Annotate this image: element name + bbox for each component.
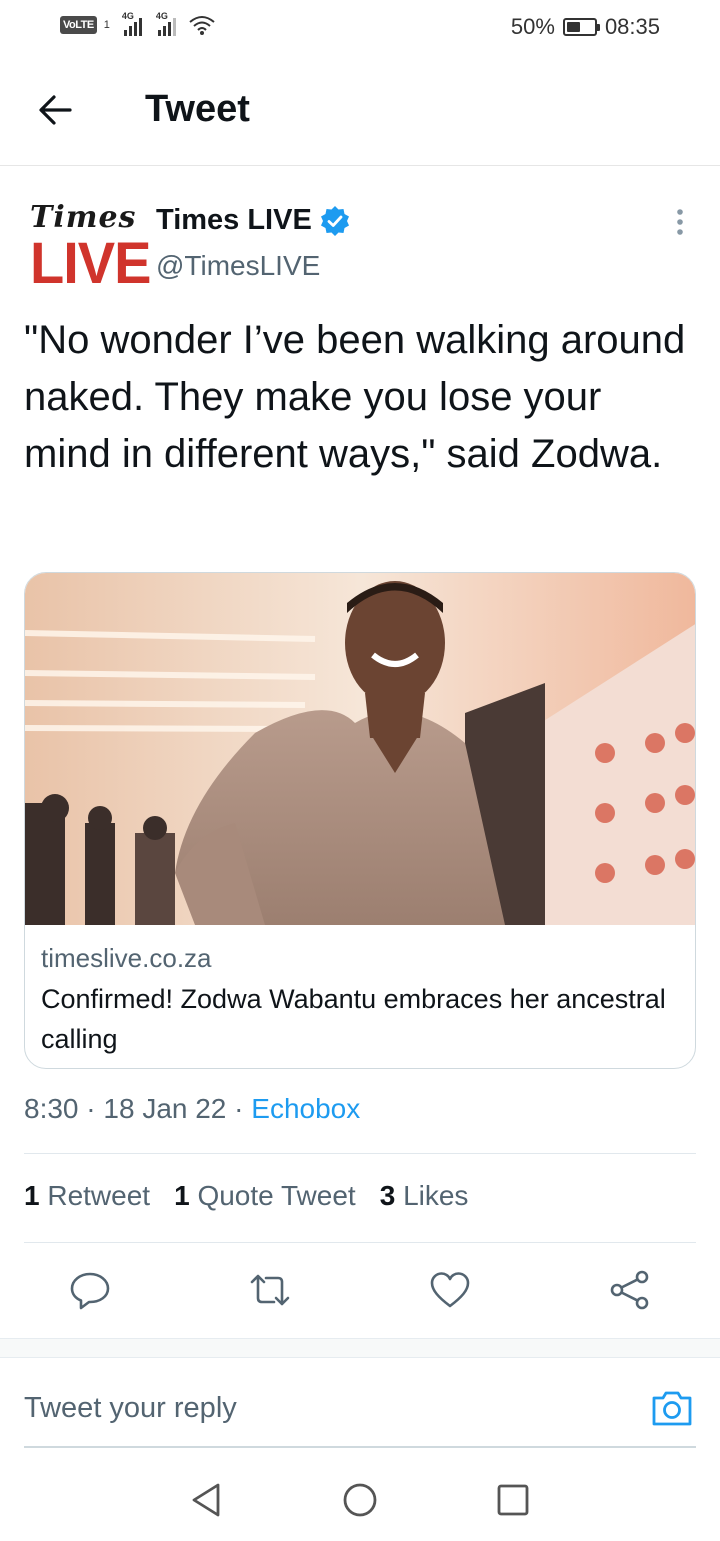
battery-fill: [566, 22, 580, 32]
tweet-text: "No wonder I’ve been walking around nake…: [24, 318, 686, 476]
signal-icon: 4G: [155, 11, 176, 36]
clock: 08:35: [604, 14, 660, 39]
tweet-stats: 1 Retweet 1 Quote Tweet 3 Likes: [24, 1180, 468, 1212]
sim-number: 1: [103, 19, 110, 31]
nav-recents-icon[interactable]: [493, 1480, 533, 1520]
retweets-stat[interactable]: 1 Retweet: [24, 1180, 150, 1212]
reply-icon[interactable]: [68, 1268, 112, 1312]
quotes-count: 1: [174, 1180, 190, 1211]
like-icon[interactable]: [428, 1268, 472, 1312]
retweet-icon[interactable]: [248, 1268, 292, 1312]
tweet-meta: 8:30 · 18 Jan 22 · Echobox: [24, 1093, 361, 1124]
nav-home-icon[interactable]: [340, 1480, 380, 1520]
card-title: Confirmed! Zodwa Wabantu embraces her an…: [41, 984, 666, 1054]
tweet-time: 8:30: [24, 1093, 79, 1124]
battery-percent: 50%: [510, 14, 555, 39]
verified-badge-icon: [320, 205, 349, 236]
network-type: 4G: [155, 11, 168, 21]
retweets-count: 1: [24, 1180, 40, 1211]
card-image: [25, 573, 695, 925]
more-options-icon[interactable]: [666, 204, 694, 240]
divider: [24, 1153, 696, 1154]
likes-stat[interactable]: 3 Likes: [380, 1180, 469, 1212]
camera-icon[interactable]: [650, 1386, 694, 1430]
network-type: 4G: [121, 11, 134, 21]
quotes-stat[interactable]: 1 Quote Tweet: [174, 1180, 356, 1212]
likes-label: Likes: [403, 1180, 469, 1211]
retweets-label: Retweet: [47, 1180, 151, 1211]
tweet-actions: [0, 1262, 720, 1322]
signal-icon: 4G: [121, 11, 142, 36]
likes-count: 3: [379, 1180, 396, 1211]
wifi-icon: [189, 16, 215, 35]
tweet-date: 18 Jan 22: [103, 1093, 227, 1124]
author-name-text: Times LIVE: [156, 204, 312, 236]
link-card[interactable]: timeslive.co.za Confirmed! Zodwa Wabantu…: [24, 572, 696, 1069]
system-nav-bar: [0, 1460, 720, 1541]
author-handle[interactable]: @TimesLIVE: [156, 250, 320, 282]
nav-back-icon[interactable]: [186, 1480, 226, 1520]
reply-bar[interactable]: Tweet your reply: [0, 1360, 720, 1450]
arrow-left-icon[interactable]: [34, 88, 78, 132]
share-icon[interactable]: [608, 1268, 652, 1312]
avatar[interactable]: Times LIVE: [24, 200, 151, 296]
top-app-bar: Tweet: [0, 60, 720, 166]
status-left: VoLTE 1 4G 4G: [60, 11, 216, 36]
avatar-logo-line2: LIVE: [30, 229, 151, 296]
tweet-source[interactable]: Echobox: [251, 1093, 360, 1124]
page-title: Tweet: [145, 88, 250, 130]
section-divider: [0, 1338, 720, 1358]
divider: [24, 1242, 696, 1243]
status-right: 50% 08:35: [511, 14, 660, 40]
card-domain: timeslive.co.za: [41, 943, 212, 973]
battery-icon: [562, 18, 600, 36]
reply-underline: [24, 1446, 696, 1448]
reply-input[interactable]: Tweet your reply: [24, 1392, 237, 1425]
status-bar: VoLTE 1 4G 4G 50% 08:35: [0, 0, 720, 56]
author-name[interactable]: Times LIVE: [156, 204, 350, 237]
quotes-label: Quote Tweet: [197, 1180, 356, 1211]
volte-badge: VoLTE: [60, 16, 97, 34]
